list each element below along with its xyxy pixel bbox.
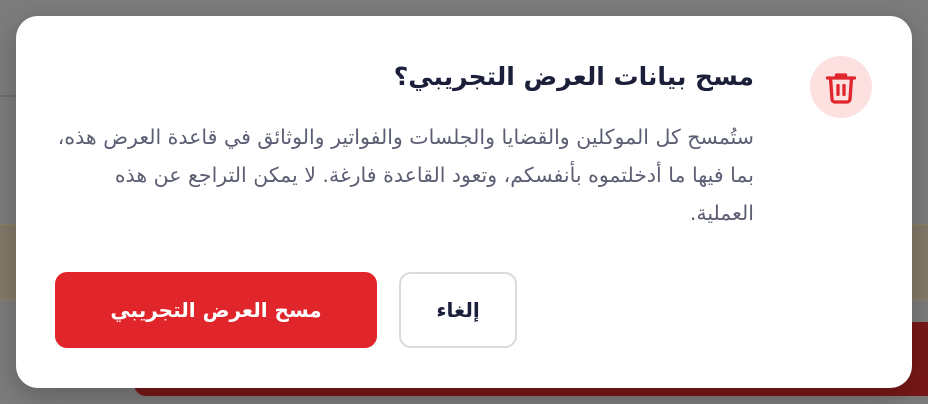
dialog-message: ستُمسح كل الموكلين والقضايا والجلسات وال… bbox=[57, 125, 754, 225]
dialog-actions: إلغاء مسح العرض التجريبي bbox=[55, 272, 517, 348]
cancel-button[interactable]: إلغاء bbox=[399, 272, 517, 348]
clear-demo-button[interactable]: مسح العرض التجريبي bbox=[55, 272, 377, 348]
dialog-title: مسح بيانات العرض التجريبي؟ bbox=[393, 62, 754, 91]
confirm-dialog: مسح بيانات العرض التجريبي؟ ستُمسح كل الم… bbox=[16, 16, 912, 388]
trash-icon bbox=[810, 56, 872, 118]
